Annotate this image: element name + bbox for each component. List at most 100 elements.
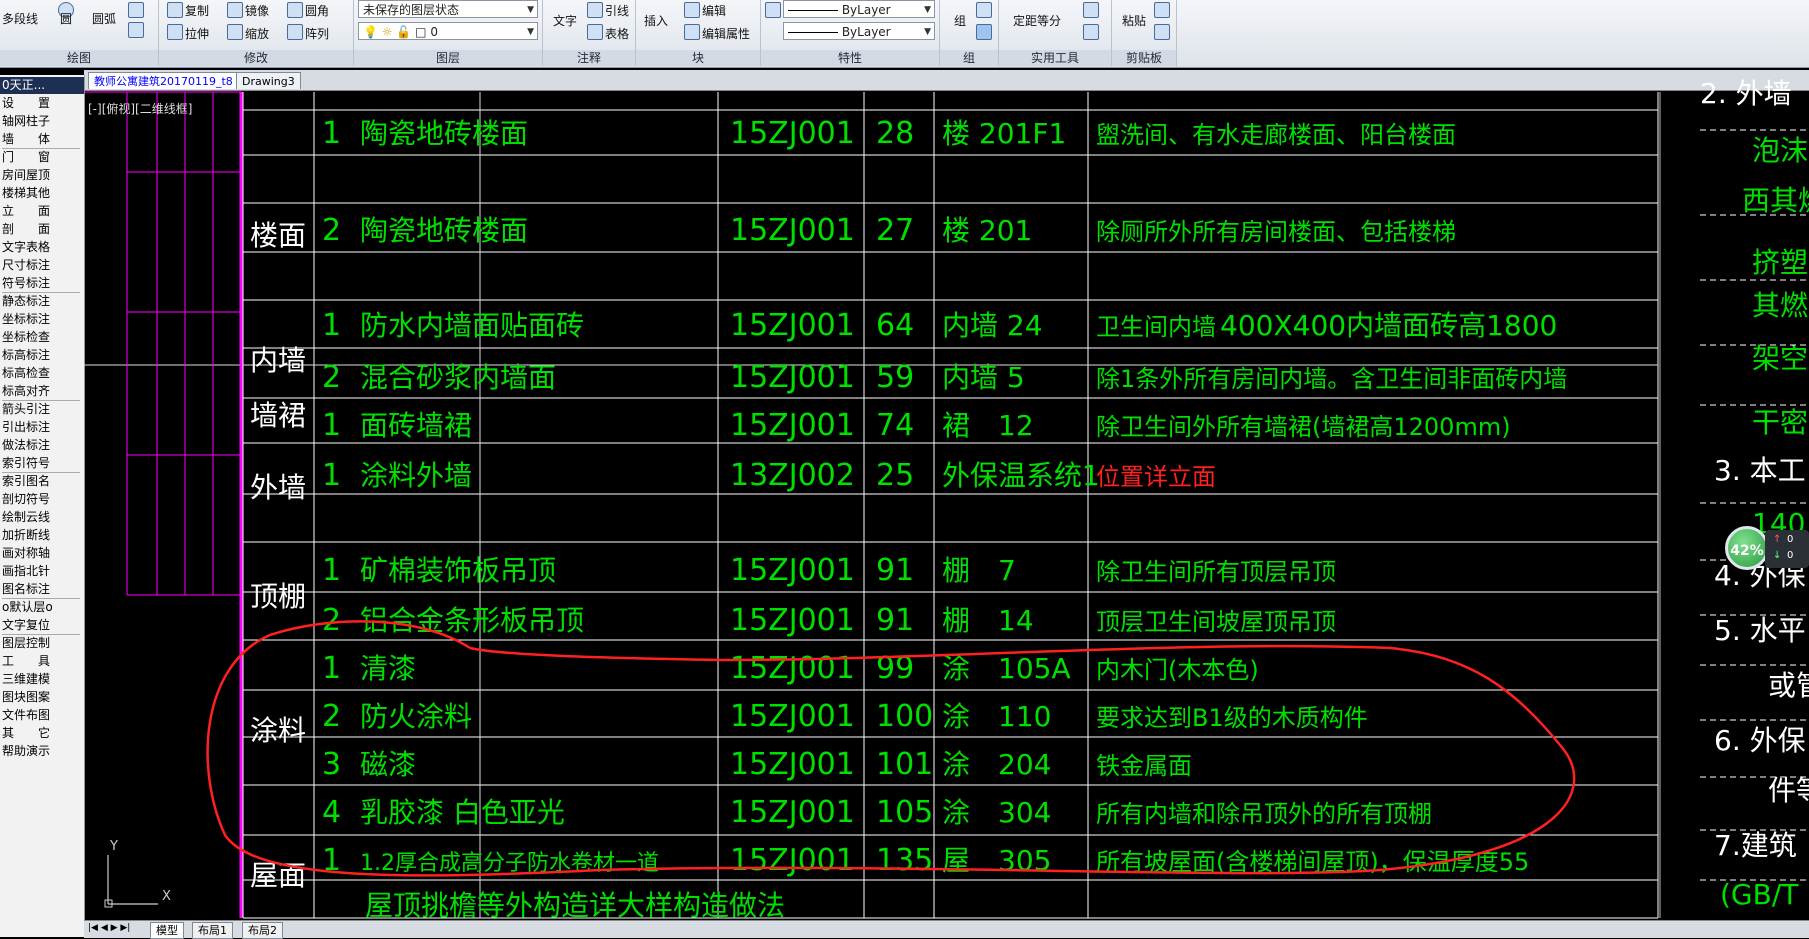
row-page: 64 [876, 308, 914, 343]
viewport-label[interactable]: [-][俯视][二维线框] [88, 100, 192, 117]
row-page: 91 [876, 553, 914, 588]
row-number: 2 [322, 603, 341, 638]
row-code: 棚 7 [942, 554, 1016, 587]
row-code: 涂 110 [942, 700, 1051, 733]
download-value: 0 [1787, 550, 1794, 561]
ucs-axis-icon: Y X [104, 839, 171, 908]
right-note-text: 泡沫 [1752, 134, 1808, 167]
right-note-text: 干密度 [1752, 406, 1809, 439]
row-note-extra: 400X400内墙面砖高1800 [1220, 309, 1557, 342]
right-notes: 2. 外墙泡沫西其燃挤塑其燃架空干密度3. 本工1404. 外保5. 水平或管6… [1700, 77, 1809, 911]
svg-text:X: X [162, 889, 171, 904]
upload-arrow-icon: ↑ [1773, 534, 1782, 545]
drawing-canvas[interactable]: 楼面内墙墙裙外墙顶棚涂料屋面1 陶瓷地砖楼面 15ZJ001 28 楼 201F1 盥洗间… [0, 0, 1809, 937]
footer-note: 屋顶挑檐等外构造详大样构造做法 [365, 889, 785, 922]
row-number: 1 [322, 553, 341, 588]
row-item-name: 混合砂浆内墙面 [360, 361, 556, 394]
row-atlas: 15ZJ001 [730, 360, 855, 395]
right-note-text: 7.建筑 [1714, 829, 1797, 862]
category-label: 顶棚 [250, 580, 306, 613]
category-label: 涂料 [250, 714, 306, 747]
category-label: 墙裙 [250, 399, 306, 432]
row-code: 楼 201F1 [942, 117, 1066, 150]
row-note: 除卫生间外所有墙裙(墙裙高1200mm) [1096, 413, 1511, 441]
row-note: 内木门(木本色) [1096, 656, 1259, 684]
row-page: 59 [876, 360, 914, 395]
row-note: 卫生间内墙 [1096, 313, 1216, 341]
row-page: 74 [876, 408, 914, 443]
category-label: 内墙 [250, 344, 306, 377]
row-code: 外保温系统1 [942, 459, 1100, 492]
right-note-text: 或管 [1768, 669, 1809, 702]
row-note: 除1条外所有房间内墙。含卫生间非面砖内墙 [1096, 365, 1567, 393]
download-arrow-icon: ↓ [1773, 550, 1782, 561]
row-number: 2 [322, 360, 341, 395]
row-atlas: 15ZJ001 [730, 699, 855, 734]
right-note-text: 3. 本工 [1714, 454, 1806, 487]
right-note-text: 架空 [1752, 342, 1808, 375]
row-note: 铁金属面 [1096, 752, 1192, 780]
magenta-frame [84, 91, 243, 918]
row-page: 101 [876, 747, 933, 782]
tab-nav-arrows-icon[interactable]: |◀ ◀ ▶ ▶| [88, 923, 130, 933]
row-atlas: 15ZJ001 [730, 843, 855, 878]
row-item-name: 铝合金条形板吊顶 [360, 604, 584, 637]
right-note-text: 6. 外保 [1714, 724, 1806, 757]
row-number: 1 [322, 116, 341, 151]
right-note-text: 其燃 [1752, 289, 1808, 322]
row-number: 2 [322, 699, 341, 734]
right-note-text: 挤塑 [1752, 246, 1808, 279]
row-page: 135 [876, 843, 933, 878]
right-note-text: 件等 [1768, 774, 1809, 807]
row-atlas: 15ZJ001 [730, 213, 855, 248]
row-note: 除厕所外所有房间楼面、包括楼梯 [1096, 218, 1456, 246]
row-page: 100 [876, 699, 933, 734]
table-grid [84, 92, 1661, 919]
row-note: 除卫生间所有顶层吊顶 [1096, 558, 1336, 586]
row-item-name: 面砖墙裙 [360, 409, 472, 442]
row-atlas: 15ZJ001 [730, 308, 855, 343]
tab-layout1[interactable]: 布局1 [192, 922, 233, 939]
row-number: 1 [322, 308, 341, 343]
row-number: 1 [322, 408, 341, 443]
upload-value: 0 [1787, 534, 1794, 545]
row-atlas: 15ZJ001 [730, 408, 855, 443]
row-item-name: 清漆 [360, 652, 416, 685]
row-item-name: 1.2厚合成高分子防水卷材一道 [360, 851, 659, 876]
row-page: 105 [876, 795, 933, 830]
row-page: 91 [876, 603, 914, 638]
row-atlas: 15ZJ001 [730, 553, 855, 588]
row-number: 2 [322, 213, 341, 248]
row-item-name: 防火涂料 [360, 700, 472, 733]
layout-tab-bar: |◀ ◀ ▶ ▶| 模型 布局1 布局2 [84, 920, 1809, 939]
row-atlas: 15ZJ001 [730, 116, 855, 151]
row-item-name: 磁漆 [360, 748, 416, 781]
row-code: 涂 105A [942, 652, 1071, 685]
row-atlas: 15ZJ001 [730, 747, 855, 782]
progress-badge[interactable]: 42% [1725, 526, 1769, 570]
row-atlas: 13ZJ002 [730, 458, 855, 493]
right-note-text: 2. 外墙 [1700, 77, 1792, 110]
row-note: 顶层卫生间坡屋顶吊顶 [1096, 608, 1336, 636]
tab-layout2[interactable]: 布局2 [242, 922, 283, 939]
row-item-name: 涂料外墙 [360, 459, 472, 492]
right-note-text: 5. 水平 [1714, 614, 1806, 647]
row-page: 28 [876, 116, 914, 151]
row-page: 27 [876, 213, 914, 248]
row-item-name: 矿棉装饰板吊顶 [360, 554, 556, 587]
tab-model[interactable]: 模型 [150, 922, 184, 939]
row-atlas: 15ZJ001 [730, 795, 855, 830]
row-item-name: 乳胶漆 白色亚光 [360, 796, 565, 829]
right-note-text: 西其燃 [1742, 184, 1809, 217]
row-code: 棚 14 [942, 604, 1034, 637]
row-number: 4 [322, 795, 341, 830]
row-code: 屋 305 [942, 844, 1051, 877]
row-page: 25 [876, 458, 914, 493]
row-item-name: 防水内墙面贴面砖 [360, 309, 584, 342]
category-label: 楼面 [250, 219, 306, 252]
row-item-name: 陶瓷地砖楼面 [360, 117, 528, 150]
row-number: 3 [322, 747, 341, 782]
row-note: 盥洗间、有水走廊楼面、阳台楼面 [1096, 121, 1456, 149]
right-note-text: (GB/T [1720, 878, 1799, 911]
row-atlas: 15ZJ001 [730, 651, 855, 686]
